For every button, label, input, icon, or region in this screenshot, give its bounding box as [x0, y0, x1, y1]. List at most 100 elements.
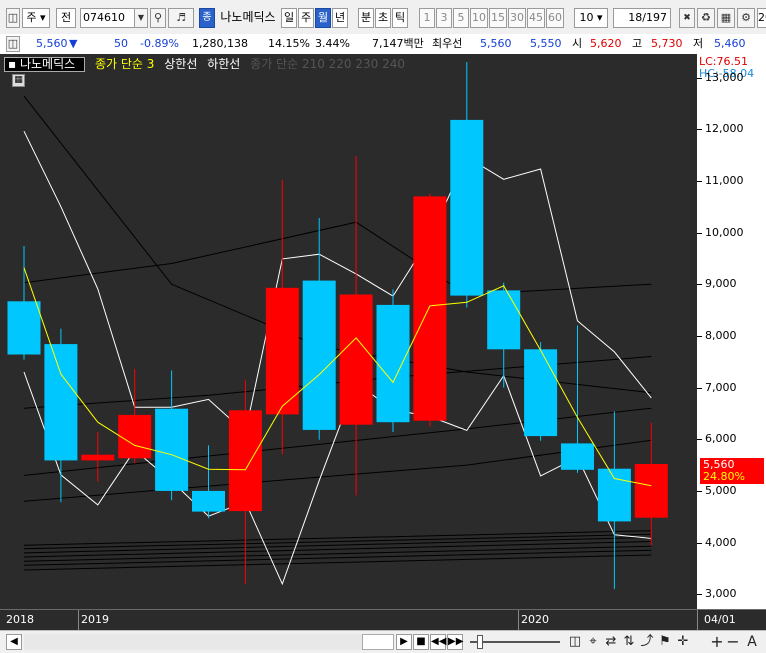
zoom-in-icon[interactable]: +: [710, 634, 724, 650]
zoom-fit-icon[interactable]: ◫: [567, 634, 583, 650]
timeframe-button[interactable]: 틱: [392, 8, 408, 28]
price-tick-mark: [697, 387, 702, 389]
period-prefix-label: 주: [26, 11, 37, 24]
volume: 1,280,138: [192, 37, 248, 50]
legend-upper-band[interactable]: 상한선: [164, 57, 197, 71]
chart-area[interactable]: ▪ 나노메딕스 종가 단순 3 상한선 하한선 종가 단순 210 220 23…: [0, 54, 766, 630]
high-price: 5,730: [651, 37, 683, 50]
rewind-button[interactable]: ◀◀: [430, 634, 446, 650]
fast-forward-button[interactable]: ▶▶: [447, 634, 463, 650]
candle-body: [81, 454, 115, 461]
minute-step-button[interactable]: 15: [489, 8, 507, 28]
long-ma-line: [23, 221, 652, 296]
candle-body: [487, 290, 521, 350]
crosshair-icon[interactable]: ⌖: [585, 634, 601, 650]
legend-title[interactable]: ▪ 나노메딕스: [4, 57, 86, 72]
move-icon[interactable]: ✛: [675, 634, 691, 650]
legend-lower-band[interactable]: 하한선: [207, 57, 240, 71]
scroll-thumb[interactable]: [362, 634, 394, 650]
candle-body: [155, 408, 189, 491]
toolbar-overflow-text: 20: [757, 8, 766, 28]
period-prefix-select[interactable]: 주 ▾: [22, 8, 50, 28]
minute-step-button[interactable]: 1: [419, 8, 435, 28]
period-type-button[interactable]: 전: [56, 8, 76, 28]
candle-body: [302, 280, 336, 430]
pointer-icon[interactable]: ⤴: [639, 634, 655, 650]
ratio-percent: 3.44%: [315, 37, 350, 50]
zoom-slider[interactable]: [470, 641, 560, 643]
stop-button[interactable]: ■: [413, 634, 429, 650]
current-price: 5,560: [36, 37, 68, 50]
price-tick-label: 11,000: [705, 173, 744, 187]
current-price-marker: 5,560 24.80%: [700, 458, 764, 484]
settings-icon[interactable]: ⚙: [737, 8, 755, 28]
candle-body: [376, 304, 410, 423]
toolbar: ◫ 주 ▾ 전 074610 ▼ ⚲ ♬ 종 나노메딕스 일주월년분초틱1351…: [0, 0, 766, 35]
plot-area[interactable]: [0, 54, 697, 609]
alert-icon[interactable]: ⚑: [657, 634, 673, 650]
price-tick-mark: [697, 77, 702, 79]
price-tick-mark: [697, 335, 702, 337]
minute-step-button[interactable]: 10: [470, 8, 488, 28]
search-icon[interactable]: ⚲: [150, 8, 166, 28]
zoom-slider-handle[interactable]: [477, 635, 483, 649]
change-amount: 50: [114, 37, 128, 50]
price-tick-label: 4,000: [705, 535, 737, 549]
expand-icon[interactable]: ✖: [679, 8, 695, 28]
best-quote-label: 최우선: [432, 37, 463, 50]
auto-scale-icon[interactable]: A: [744, 634, 760, 650]
long-ma-line: [23, 554, 652, 571]
timeframe-button[interactable]: 일: [281, 8, 297, 28]
legend-ribbon[interactable]: 종가 단순 210 220 230 240: [250, 57, 405, 71]
current-pct-tag: 24.80%: [703, 470, 745, 483]
timeframe-button[interactable]: 주: [298, 8, 314, 28]
price-tick-mark: [697, 284, 702, 286]
minute-step-button[interactable]: 5: [453, 8, 469, 28]
minute-step-button[interactable]: 45: [527, 8, 545, 28]
price-tick-label: 9,000: [705, 277, 737, 291]
year-separator: [518, 610, 519, 630]
turnover-percent: 14.15%: [268, 37, 310, 50]
stock-code-value: 074610: [83, 11, 125, 24]
quote-menu-icon[interactable]: ◫: [6, 36, 20, 52]
chart-menu-icon[interactable]: ◫: [6, 8, 20, 28]
long-ma-line: [23, 439, 652, 502]
legend-ma[interactable]: 종가 단순 3: [95, 57, 154, 71]
chart-type-icon[interactable]: ♻: [697, 8, 715, 28]
stock-code-dropdown-icon[interactable]: ▼: [134, 8, 148, 28]
candle-body: [192, 490, 225, 512]
grid-icon[interactable]: ▦: [12, 74, 25, 87]
open-price: 5,620: [590, 37, 622, 50]
x-label-2019: 2019: [81, 613, 109, 626]
timeframe-button[interactable]: 초: [375, 8, 391, 28]
candle-body: [339, 294, 373, 425]
sound-icon[interactable]: ♬: [168, 8, 194, 28]
minute-step-button[interactable]: 30: [508, 8, 526, 28]
scroll-left-button[interactable]: ◀: [6, 634, 22, 650]
price-tick-mark: [697, 542, 702, 544]
minute-step-button[interactable]: 60: [546, 8, 564, 28]
price-tick-label: 7,000: [705, 380, 737, 394]
scroll-track[interactable]: [24, 634, 364, 650]
candlestick-chart: [7, 62, 668, 590]
zoom-out-icon[interactable]: −: [726, 634, 740, 650]
timeframe-button[interactable]: 분: [358, 8, 374, 28]
high-label: 고: [632, 37, 643, 50]
timeframe-button[interactable]: 년: [332, 8, 348, 28]
long-ma-line: [23, 95, 652, 394]
price-tick-mark: [697, 490, 702, 492]
compare-icon[interactable]: ⇅: [621, 634, 637, 650]
upper-band-line: [23, 130, 652, 434]
timeframe-button[interactable]: 월: [315, 8, 331, 28]
minute-step-button[interactable]: 3: [436, 8, 452, 28]
price-tick-label: 5,000: [705, 483, 737, 497]
time-axis: 2018 2019 2020 04/01: [0, 609, 766, 630]
stock-name: 나노메딕스: [220, 10, 276, 24]
scroll-right-button[interactable]: ▶: [396, 634, 412, 650]
best-buy-price: 5,550: [530, 37, 562, 50]
sync-icon[interactable]: ⇄: [603, 634, 619, 650]
count-select[interactable]: 10 ▾: [574, 8, 608, 28]
save-icon[interactable]: ▦: [717, 8, 735, 28]
long-ma-line: [23, 541, 652, 558]
open-label: 시: [572, 37, 583, 50]
